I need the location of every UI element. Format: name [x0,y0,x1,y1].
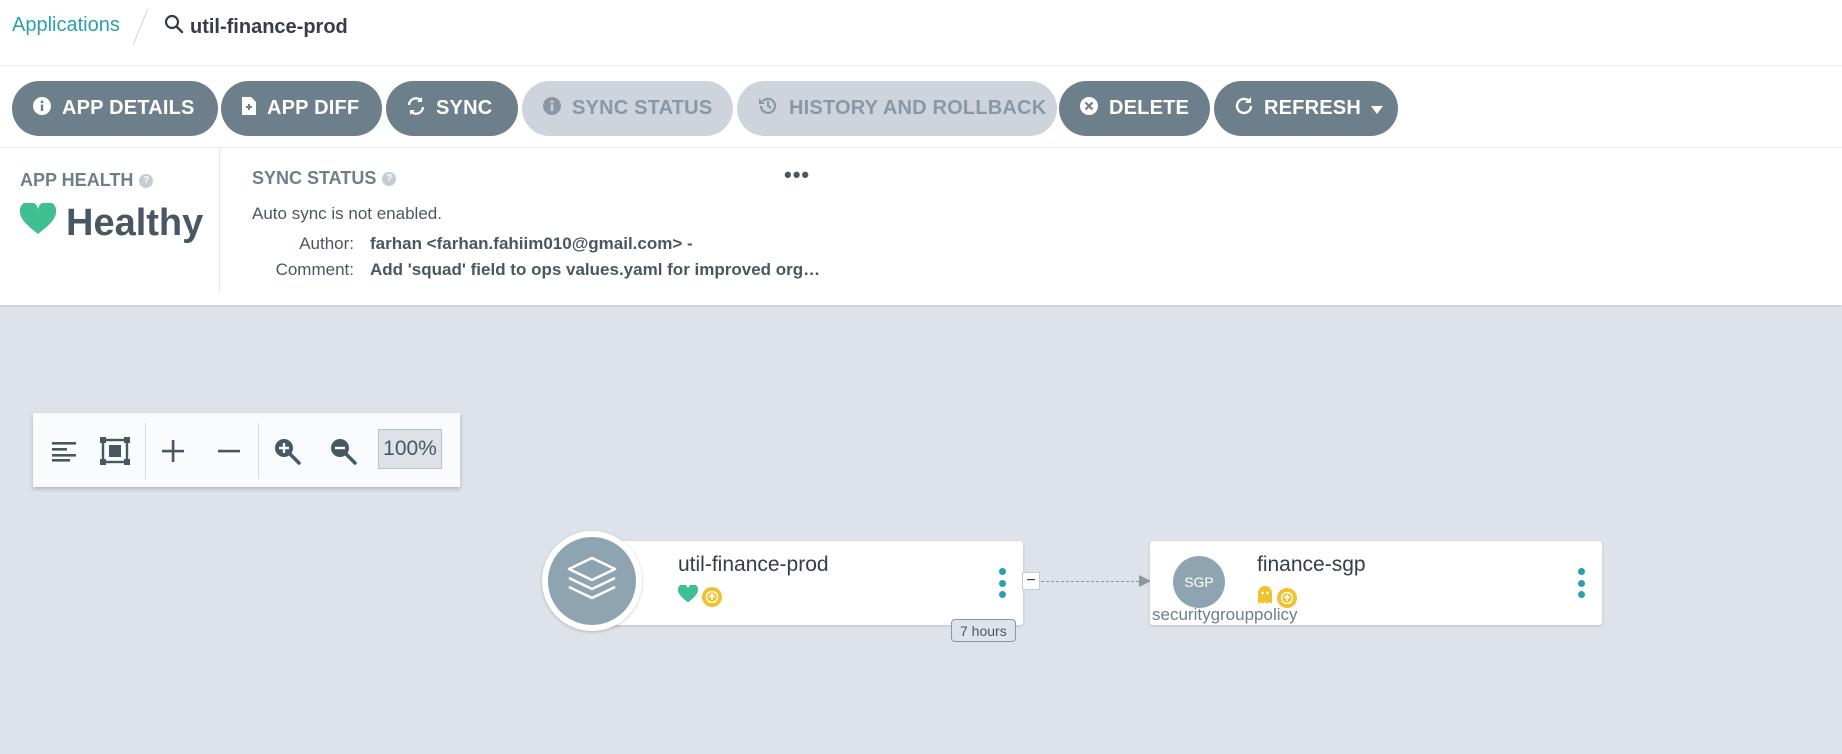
resource-kind-icon[interactable]: SGP [1173,556,1225,608]
layers-icon [566,555,618,608]
top-bar: Applications util-finance-prod [0,0,1842,66]
zoom-level: 100% [378,429,442,469]
sync-status-label: SYNC STATUS [572,97,713,119]
app-node-name: util-finance-prod [678,553,829,576]
history-icon [757,95,779,123]
author-row: Author: farhan <farhan.fahiim010@gmail.co… [252,234,693,254]
sync-status-heading: SYNC STATUS ? [252,168,397,189]
info-icon [32,96,52,122]
fit-screen-icon[interactable] [99,435,131,467]
delete-button[interactable]: DELETE [1059,81,1210,136]
breadcrumb-app-search[interactable]: util-finance-prod [164,14,348,40]
app-health-status: Healthy [66,202,204,244]
app-details-label: APP DETAILS [62,97,195,119]
sync-status-button[interactable]: SYNC STATUS [522,81,733,136]
minus-icon[interactable] [213,435,245,467]
app-health-section: APP HEALTH ? Healthy [0,148,220,293]
app-health-value: Healthy [19,201,204,245]
heart-icon [19,201,57,245]
help-icon[interactable]: ? [382,171,397,186]
sync-label: SYNC [436,97,493,119]
app-node-menu-icon[interactable] [998,568,1006,598]
sync-icon [406,96,426,122]
status-panel: APP HEALTH ? Healthy SYNC STATUS ? ••• A… [0,148,1842,305]
resource-kind-label: securitygrouppolicy [1152,605,1298,624]
app-node-card[interactable]: util-finance-prod [600,541,1023,625]
history-rollback-button[interactable]: HISTORY AND ROLLBACK [737,81,1057,136]
search-icon [164,14,184,40]
info-icon [542,96,562,122]
align-left-icon[interactable] [48,435,80,467]
more-options-icon[interactable]: ••• [784,164,810,186]
app-node-age-badge: 7 hours [951,619,1016,642]
graph-controls-panel: 100% [33,413,460,487]
resource-node-menu-icon[interactable] [1577,568,1585,598]
app-node-icon[interactable] [542,531,642,631]
divider [145,423,146,479]
zoom-in-icon[interactable] [271,435,303,467]
comment-row: Comment: Add 'squad' field to ops values.… [252,260,821,280]
help-icon[interactable]: ? [139,173,154,188]
divider [258,423,259,479]
heart-icon [677,584,699,608]
history-rollback-label: HISTORY AND ROLLBACK [789,97,1047,119]
refresh-button[interactable]: REFRESH [1214,81,1398,136]
sync-message: Auto sync is not enabled. [252,204,442,223]
caret-down-icon [1370,97,1383,120]
collapse-toggle[interactable]: − [1022,572,1040,590]
file-diff-icon [241,96,257,122]
refresh-icon [1234,96,1254,122]
app-diff-button[interactable]: APP DIFF [221,81,382,136]
author-value: farhan <farhan.fahiim010@gmail.com> - [370,234,693,253]
breadcrumb-app-name: util-finance-prod [190,15,348,38]
resource-node-name: finance-sgp [1257,553,1366,576]
zoom-out-icon[interactable] [327,435,359,467]
author-label: Author: [299,234,354,253]
app-details-button[interactable]: APP DETAILS [12,81,218,136]
app-node-status-icons [677,584,722,608]
comment-label: Comment: [275,260,354,279]
out-of-sync-icon [702,586,722,607]
breadcrumb-applications-link[interactable]: Applications [12,14,120,37]
refresh-label: REFRESH [1264,97,1361,119]
plus-icon[interactable] [157,435,189,467]
app-health-heading: APP HEALTH ? [20,170,154,191]
graph-edge [1041,581,1144,582]
action-toolbar: APP DETAILS APP DIFF SYNC SYNC STATUS HI… [0,66,1842,148]
app-diff-label: APP DIFF [267,97,360,119]
breadcrumb-separator [132,9,149,45]
comment-value: Add 'squad' field to ops values.yaml for… [370,260,821,279]
sync-button[interactable]: SYNC [386,81,518,136]
delete-label: DELETE [1109,97,1190,119]
close-circle-icon [1079,96,1099,122]
